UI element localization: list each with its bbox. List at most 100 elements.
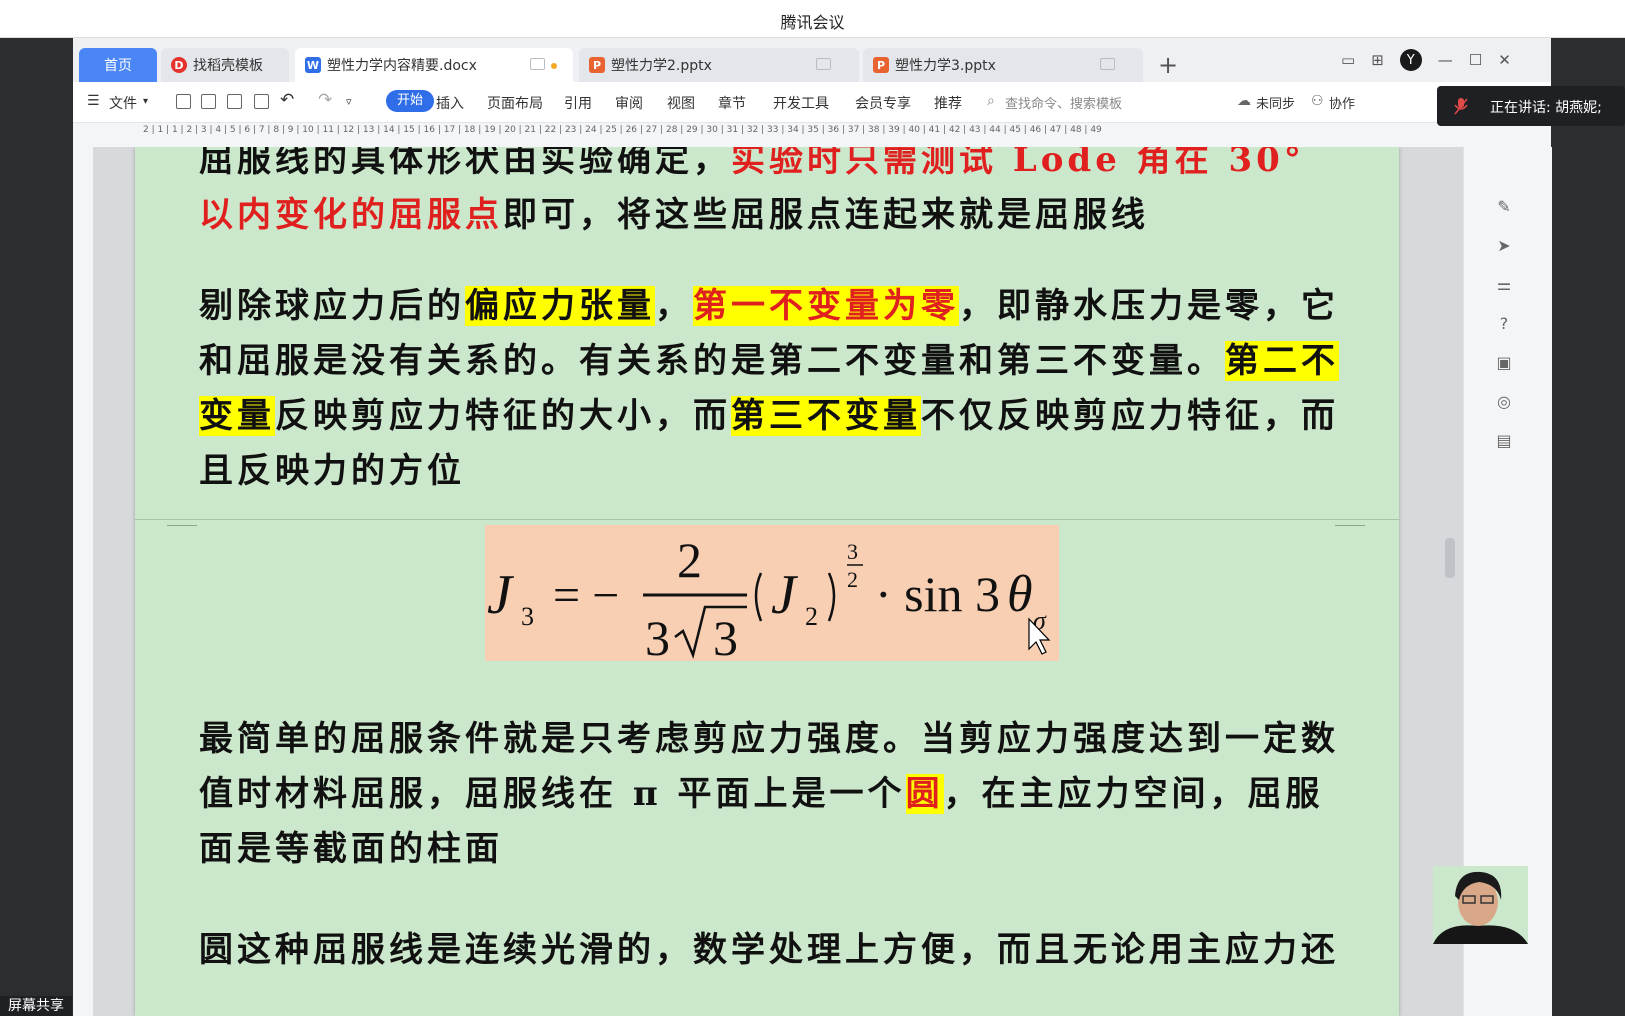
tab-ppt3[interactable]: P 塑性力学3.pptx — [863, 48, 1143, 82]
tab-chapter[interactable]: 章节 — [718, 93, 746, 113]
grid-apps-icon[interactable]: ⊞ — [1371, 51, 1384, 69]
chevron-down-icon[interactable]: ▾ — [143, 96, 148, 107]
formula-svg: J 3 = − 2 3 3 J 2 3 2 · sin 3 θ σ — [487, 532, 1051, 661]
speaking-text: 正在讲话: 胡燕妮; — [1490, 100, 1602, 116]
adjust-icon[interactable]: ⚌ — [1494, 275, 1514, 295]
tab-start[interactable]: 开始 — [386, 90, 434, 112]
pointer-icon[interactable]: ➤ — [1494, 236, 1514, 256]
meeting-title-bar: 腾讯会议 — [0, 0, 1625, 38]
help-icon[interactable]: ? — [1494, 314, 1514, 334]
print-preview-icon[interactable] — [254, 94, 269, 109]
formula-numerator: 2 — [677, 532, 702, 588]
tab-recommend[interactable]: 推荐 — [934, 93, 962, 113]
person-silhouette-icon — [1433, 871, 1528, 944]
window-controls: ▭ ⊞ Y — ☐ ✕ — [1341, 48, 1511, 72]
tab-member[interactable]: 会员专享 — [855, 93, 911, 113]
highlighted-red-text: 圆 — [905, 774, 944, 814]
menu-icon[interactable]: ☰ — [87, 93, 100, 109]
undo-icon[interactable]: ↶ — [280, 90, 294, 110]
paragraph-circle-yield: 圆这种屈服线是连续光滑的，数学处理上方便，而且无论用主应力还 — [199, 930, 1339, 970]
search-icon: ⌕ — [987, 93, 995, 109]
layout-3d-icon[interactable]: ▭ — [1341, 51, 1355, 69]
formula-exp-num: 3 — [847, 539, 858, 564]
screen-icon[interactable] — [1100, 58, 1115, 70]
user-avatar[interactable]: Y — [1399, 49, 1422, 71]
new-tab-plus-icon[interactable]: + — [1158, 51, 1178, 79]
search-command-input[interactable]: 查找命令、搜索模板 — [1005, 93, 1122, 112]
save-icon[interactable] — [176, 94, 191, 109]
unsaved-dot-icon — [551, 63, 557, 69]
collab-icon: ⚇ — [1311, 93, 1324, 109]
wps-window: 首页 D 找稻壳模板 W 塑性力学内容精要.docx P 塑性力学2.pptx … — [73, 38, 1552, 1016]
tab-ppt3-label: 塑性力学3.pptx — [895, 58, 996, 74]
tab-review[interactable]: 审阅 — [615, 93, 643, 113]
formula-theta: θ — [1007, 566, 1033, 623]
right-paren — [827, 572, 836, 622]
daoke-icon: D — [171, 57, 187, 73]
export-icon[interactable] — [201, 94, 216, 109]
tab-ppt2[interactable]: P 塑性力学2.pptx — [579, 48, 859, 82]
tab-view[interactable]: 视图 — [667, 93, 695, 113]
ppt-icon: P — [589, 57, 605, 73]
maximize-icon[interactable]: ☐ — [1469, 51, 1482, 69]
location-icon[interactable]: ◎ — [1494, 392, 1514, 412]
paragraph-yield-line: 屈服线的具体形状由实验确定，实验时只需测试 Lode 角在 30° 以内变化的屈… — [199, 147, 1339, 243]
highlighted-text: 偏应力张量 — [465, 286, 655, 326]
collab-button[interactable]: 协作 — [1329, 93, 1355, 112]
book-search-icon[interactable]: ▤ — [1494, 431, 1514, 451]
text-run: 即可，将这些屈服点连起来就是屈服线 — [503, 195, 1149, 235]
tab-insert[interactable]: 插入 — [436, 93, 464, 113]
tab-page-layout[interactable]: 页面布局 — [487, 93, 543, 113]
ppt-icon: P — [873, 57, 889, 73]
minimize-icon[interactable]: — — [1438, 51, 1453, 69]
ruler-ticks: 2 | 1 | 1 | 2 | 3 | 4 | 5 | 6 | 7 | 8 | … — [143, 125, 1102, 135]
paragraph-simplest-yield: 最简单的屈服条件就是只考虑剪应力强度。当剪应力强度达到一定数值时材料屈服，屈服线… — [199, 712, 1339, 877]
speaking-indicator: 正在讲话: 胡燕妮; — [1437, 86, 1625, 126]
pen-icon[interactable]: ✎ — [1494, 197, 1514, 217]
formula-sub3: 3 — [521, 602, 534, 631]
horizontal-ruler[interactable]: 2 | 1 | 1 | 2 | 3 | 4 | 5 | 6 | 7 | 8 | … — [73, 123, 1551, 148]
document-area[interactable]: 屈服线的具体形状由实验确定，实验时只需测试 Lode 角在 30° 以内变化的屈… — [93, 147, 1463, 1016]
file-menu[interactable]: 文件 — [109, 93, 137, 113]
formula-radicand: 3 — [713, 610, 738, 661]
highlighted-red-text: 第一不变量为零 — [693, 286, 959, 326]
image-tool-icon[interactable]: ▣ — [1494, 353, 1514, 373]
tab-developer[interactable]: 开发工具 — [773, 93, 829, 113]
redo-icon[interactable]: ↷ — [318, 90, 332, 110]
formula-sub2: 2 — [805, 602, 818, 631]
paragraph-invariants: 剔除球应力后的偏应力张量，第一不变量为零，即静水压力是零，它和屈服是没有关系的。… — [199, 279, 1339, 499]
meeting-title: 腾讯会议 — [780, 13, 845, 32]
highlighted-text: 第三不变量 — [731, 396, 921, 436]
ribbon-toolbar: ☰ 文件 ▾ ↶ ↷ ▿ 开始 插入 页面布局 引用 审阅 视图 章节 开发工具… — [73, 82, 1551, 123]
left-paren — [754, 572, 763, 622]
tab-document-label: 塑性力学内容精要.docx — [327, 58, 477, 74]
speaker-webcam — [1433, 866, 1528, 944]
tab-references[interactable]: 引用 — [564, 93, 592, 113]
text-run: 屈服线的具体形状由实验确定， — [199, 147, 731, 180]
formula-exp-den: 2 — [847, 567, 858, 592]
close-icon[interactable]: ✕ — [1498, 51, 1511, 69]
print-icon[interactable] — [227, 94, 242, 109]
vertical-scrollbar[interactable] — [1445, 538, 1455, 578]
tab-home[interactable]: 首页 — [79, 48, 157, 82]
sync-status[interactable]: 未同步 — [1256, 93, 1295, 112]
tab-template-label: 找稻壳模板 — [193, 58, 263, 74]
screen-icon[interactable] — [530, 58, 545, 70]
formula-sin: · sin 3 — [875, 566, 1000, 622]
mic-muted-icon — [1454, 98, 1468, 115]
screen-share-label[interactable]: 屏幕共享 — [0, 996, 72, 1016]
page-break-line — [135, 519, 1399, 520]
tab-document[interactable]: W 塑性力学内容精要.docx — [295, 48, 573, 82]
word-doc-icon: W — [305, 57, 321, 73]
tab-template[interactable]: D 找稻壳模板 — [161, 48, 289, 82]
formula-j2: J — [771, 564, 799, 626]
document-page[interactable]: 屈服线的具体形状由实验确定，实验时只需测试 Lode 角在 30° 以内变化的屈… — [135, 147, 1399, 1016]
quick-access-icon[interactable]: ▿ — [346, 95, 352, 108]
page-corner-mark — [167, 511, 197, 526]
page-corner-mark — [1335, 511, 1365, 526]
tab-ppt2-label: 塑性力学2.pptx — [611, 58, 712, 74]
screen-icon[interactable] — [816, 58, 831, 70]
text-run: 反映剪应力特征的大小，而 — [275, 396, 731, 436]
vertical-ruler[interactable] — [73, 147, 94, 1016]
formula-j3[interactable]: J 3 = − 2 3 3 J 2 3 2 · sin 3 θ σ — [485, 525, 1059, 661]
